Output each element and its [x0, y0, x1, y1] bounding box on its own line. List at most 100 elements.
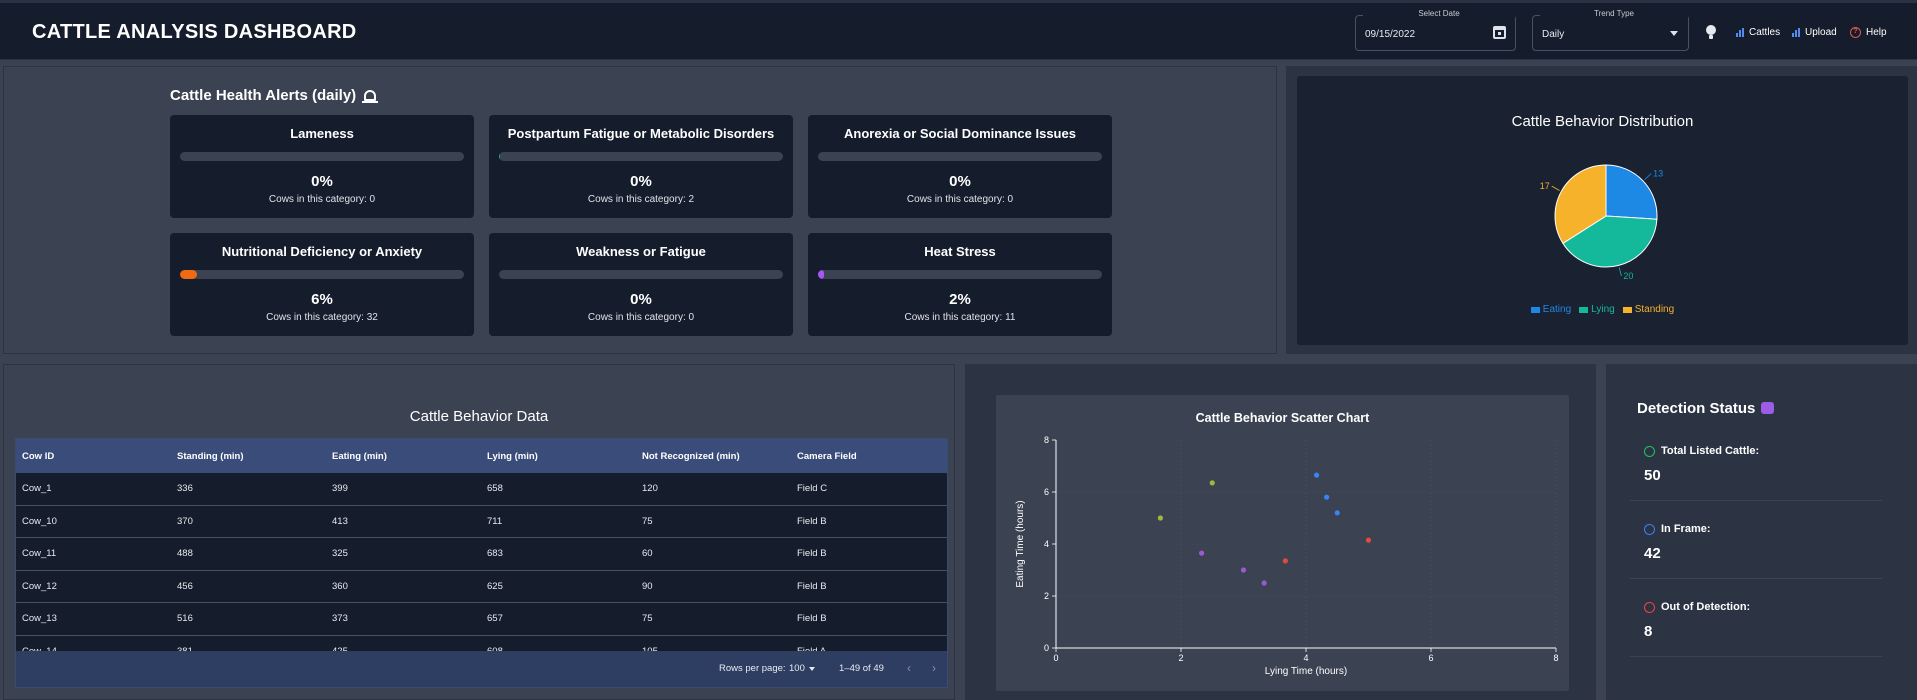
next-page-icon[interactable]: › — [932, 661, 936, 675]
table-body[interactable]: Cow_1 336 399 658 120 Field C Cow_10 370 413 711 7… — [16, 473, 947, 653]
status-value: 50 — [1644, 467, 1661, 484]
pie-slice-eating[interactable] — [1605, 164, 1658, 220]
status-label-text: Out of Detection: — [1661, 601, 1751, 613]
legend-label-eating: Eating — [1542, 304, 1572, 315]
table-cell: 658 — [487, 483, 503, 495]
status-value: 8 — [1644, 623, 1653, 640]
nav-upload-link[interactable]: Upload — [1792, 27, 1837, 38]
lightbulb-icon[interactable] — [1706, 25, 1716, 39]
pie-legend: Eating Lying Standing — [1297, 304, 1908, 315]
alert-count: Cows in this category: 0 — [587, 312, 695, 323]
status-label: In Frame: — [1644, 523, 1711, 535]
table-row[interactable]: Cow_13 516 373 657 75 Field B — [16, 603, 947, 636]
pie-label-line — [1551, 185, 1560, 191]
trend-type-value[interactable]: Daily — [1542, 29, 1564, 40]
alert-card[interactable]: Lameness 0% Cows in this category: 0 — [170, 115, 474, 218]
table-row[interactable]: Cow_10 370 413 711 75 Field B — [16, 506, 947, 538]
pagination-range: 1–49 of 49 — [839, 663, 884, 674]
status-label-text: Total Listed Cattle: — [1661, 445, 1760, 457]
app-title: CATTLE ANALYSIS DASHBOARD — [32, 21, 357, 43]
y-axis-label: Eating Time (hours) — [1015, 500, 1026, 587]
table-cell: Cow_13 — [22, 613, 57, 625]
scatter-point[interactable] — [1209, 480, 1215, 486]
table-header-row: Cow ID Standing (min) Eating (min) Lying (m… — [16, 439, 947, 473]
rows-per-page-select[interactable]: 100 — [789, 663, 815, 674]
calendar-icon[interactable] — [1493, 26, 1506, 39]
nav-help-label: Help — [1866, 27, 1887, 38]
table-row[interactable]: Cow_11 488 325 683 60 Field B — [16, 538, 947, 571]
alert-percent: 0% — [311, 173, 333, 190]
scatter-point[interactable] — [1240, 567, 1247, 573]
table-cell: Field B — [797, 580, 827, 592]
table-row[interactable]: Cow_1 336 399 658 120 Field C — [16, 473, 947, 506]
x-axis-label: Lying Time (hours) — [1265, 666, 1347, 677]
column-header[interactable]: Eating (min) — [326, 439, 481, 473]
alert-progress-bar — [499, 270, 783, 279]
legend-item-lying[interactable]: Lying — [1579, 304, 1615, 315]
rows-per-page-value: 100 — [789, 663, 805, 674]
alert-card[interactable]: Heat Stress 2% Cows in this category: 11 — [808, 233, 1112, 336]
scatter-point[interactable] — [1324, 494, 1330, 500]
table-cell: 90 — [642, 580, 653, 592]
table-row[interactable]: Cow_12 456 360 625 90 Field B — [16, 571, 947, 603]
alert-progress-bar — [180, 270, 464, 279]
scatter-point[interactable] — [1261, 580, 1267, 586]
nav-cattles-link[interactable]: Cattles — [1736, 27, 1780, 38]
alert-count: Cows in this category: 0 — [268, 194, 376, 205]
nav-help-link[interactable]: ? Help — [1850, 27, 1887, 38]
column-header[interactable]: Camera Field — [791, 439, 946, 473]
legend-label-standing: Standing — [1634, 304, 1675, 315]
column-header[interactable]: Not Recognized (min) — [636, 439, 791, 473]
scatter-point[interactable] — [1157, 515, 1163, 521]
table-cell: Cow_12 — [22, 580, 57, 592]
trend-type-label: Trend Type — [1540, 9, 1688, 18]
table-cell: 711 — [487, 515, 503, 527]
scatter-chart: 0 2 4 6 8 0 2 4 6 8 Lying Time (hours) Eating Time … — [1015, 435, 1559, 677]
column-header[interactable]: Standing (min) — [171, 439, 326, 473]
scatter-point[interactable] — [1199, 550, 1205, 556]
alert-card[interactable]: Nutritional Deficiency or Anxiety 6% Cows … — [170, 233, 474, 336]
x-tick-label: 4 — [1303, 653, 1308, 663]
nav-upload-label: Upload — [1805, 27, 1837, 38]
help-icon: ? — [1850, 27, 1861, 38]
y-tick-label: 6 — [1044, 487, 1049, 497]
pie-label-line — [1644, 173, 1652, 181]
previous-page-icon[interactable]: ‹ — [907, 661, 911, 675]
legend-item-standing[interactable]: Standing — [1622, 304, 1675, 315]
alert-card-title: Weakness or Fatigue — [576, 244, 706, 259]
legend-item-eating[interactable]: Eating — [1530, 304, 1572, 315]
scatter-point[interactable] — [1334, 510, 1340, 516]
table-title: Cattle Behavior Data — [409, 408, 549, 425]
column-header[interactable]: Lying (min) — [481, 439, 636, 473]
trend-type-select[interactable]: Trend Type Daily — [1532, 9, 1689, 51]
scatter-point[interactable] — [1282, 558, 1288, 564]
x-tick-label: 6 — [1428, 653, 1433, 663]
date-picker-value[interactable]: 09/15/2022 — [1365, 29, 1415, 40]
table-cell: 370 — [177, 515, 193, 527]
column-header[interactable]: Cow ID — [16, 439, 171, 473]
scatter-point[interactable] — [1314, 472, 1320, 478]
scatter-card: Cattle Behavior Scatter Chart 0246802468… — [996, 395, 1569, 691]
pie-data-label: 20 — [1623, 271, 1633, 281]
legend-swatch-standing — [1622, 306, 1632, 313]
alert-card[interactable]: Postpartum Fatigue or Metabolic Disorder… — [489, 115, 793, 218]
alert-card[interactable]: Anorexia or Social Dominance Issues 0% Cow… — [808, 115, 1112, 218]
chevron-down-icon — [808, 666, 815, 671]
behavior-distribution-panel: Cattle Behavior Distribution 13 20 17 Eati… — [1286, 66, 1917, 354]
status-label: Total Listed Cattle: — [1644, 445, 1759, 457]
chevron-down-icon[interactable] — [1670, 31, 1678, 36]
table-cell: 75 — [642, 613, 653, 625]
alert-card[interactable]: Weakness or Fatigue 0% Cows in this catego… — [489, 233, 793, 336]
alert-progress-bar — [818, 152, 1102, 161]
alert-card-title: Nutritional Deficiency or Anxiety — [221, 244, 423, 259]
table-cell: 360 — [332, 580, 348, 592]
health-alerts-panel: Cattle Health Alerts (daily) Lameness 0% C… — [3, 66, 1277, 354]
alert-count: Cows in this category: 11 — [904, 312, 1016, 323]
table-cell: 625 — [487, 580, 503, 592]
date-picker[interactable]: Select Date 09/15/2022 — [1355, 9, 1516, 51]
scatter-point[interactable] — [1365, 537, 1372, 543]
table-cell: 516 — [177, 613, 193, 625]
behavior-data-table: Cow ID Standing (min) Eating (min) Lying (m… — [15, 438, 948, 688]
date-picker-label: Select Date — [1363, 9, 1515, 18]
table-cell: Cow_1 — [22, 483, 52, 495]
